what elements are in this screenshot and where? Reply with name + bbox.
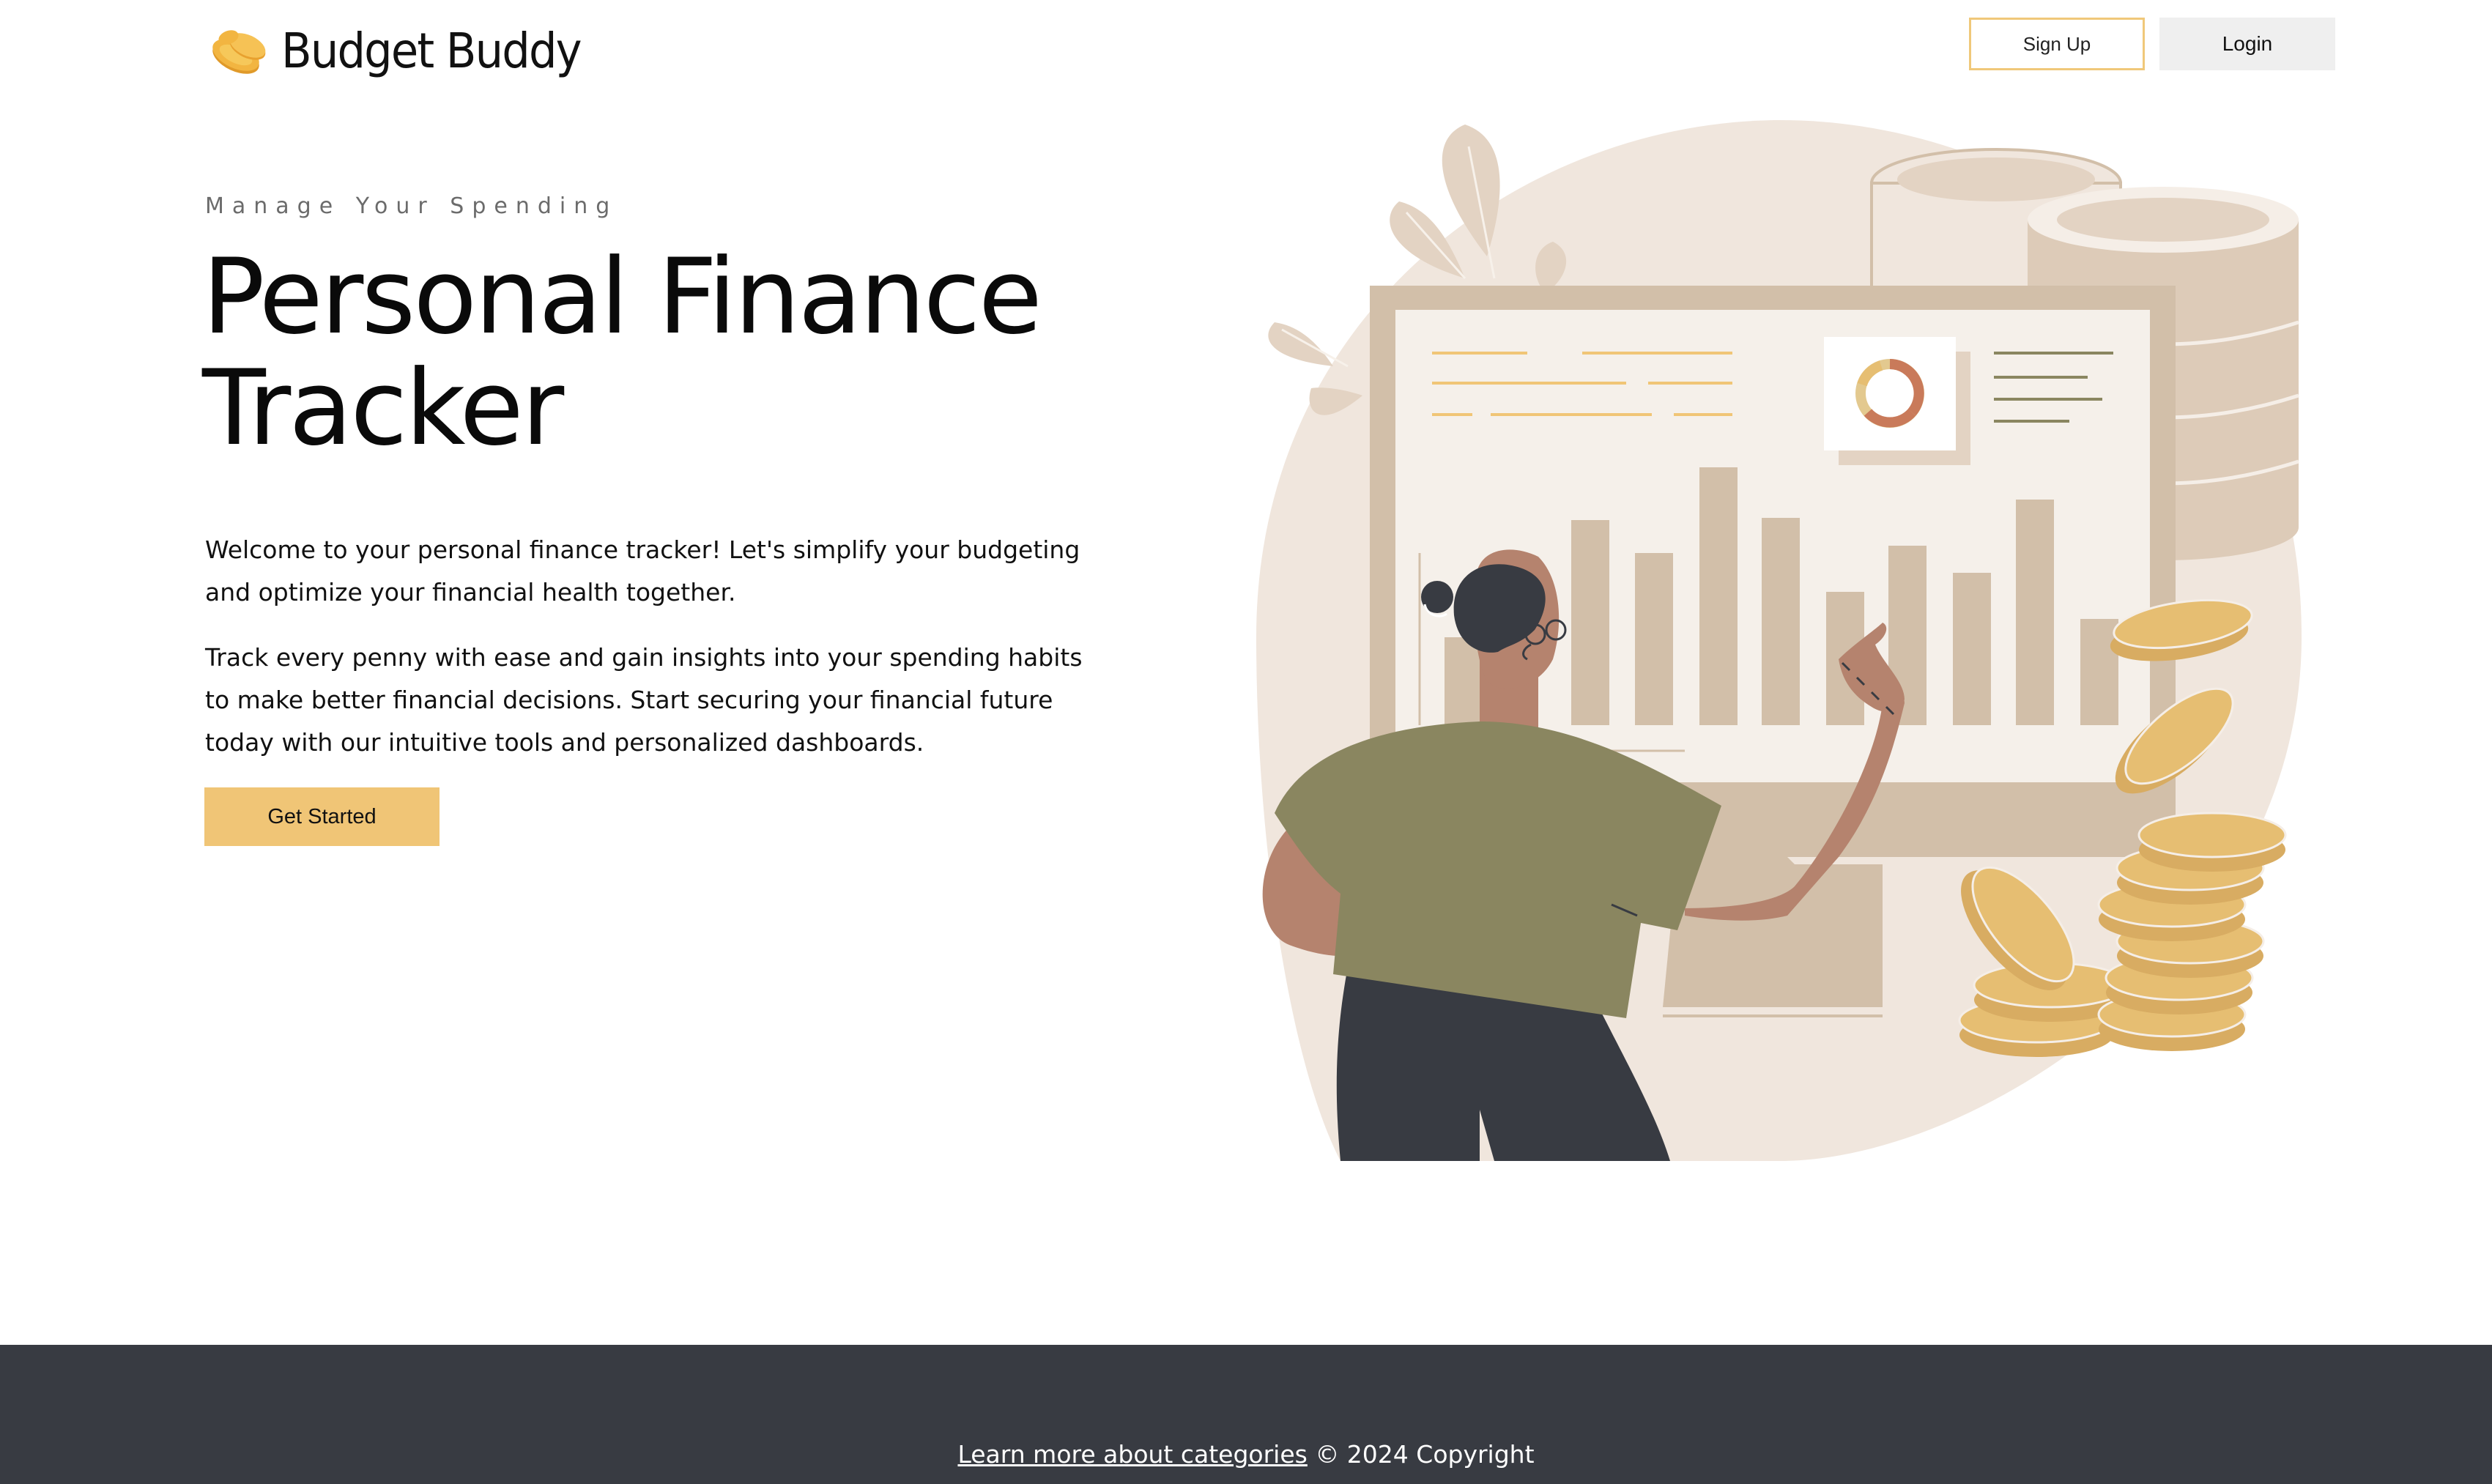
page-title: Personal Finance Tracker xyxy=(202,237,1042,469)
login-button[interactable]: Login xyxy=(2159,18,2335,70)
hero-eyebrow: Manage Your Spending xyxy=(205,193,618,219)
site-footer: Learn more about categories © 2024 Copyr… xyxy=(0,1345,2492,1484)
hero-description-paragraph: Track every penny with ease and gain ins… xyxy=(205,643,1083,757)
sign-up-button[interactable]: Sign Up xyxy=(1969,18,2145,70)
learn-more-categories-link[interactable]: Learn more about categories xyxy=(957,1440,1307,1469)
brand-logo[interactable]: Budget Buddy xyxy=(207,18,607,84)
site-header: Budget Buddy Sign Up Login xyxy=(0,0,2492,95)
brand-name: Budget Buddy xyxy=(281,22,582,79)
finance-dashboard-illustration xyxy=(1256,120,2302,1161)
copyright-text: © 2024 Copyright xyxy=(1307,1440,1535,1469)
hero-intro-paragraph: Welcome to your personal finance tracker… xyxy=(205,535,1080,606)
get-started-button[interactable]: Get Started xyxy=(204,787,440,846)
coins-icon xyxy=(212,30,266,74)
footer-text: Learn more about categories © 2024 Copyr… xyxy=(0,1440,2492,1469)
